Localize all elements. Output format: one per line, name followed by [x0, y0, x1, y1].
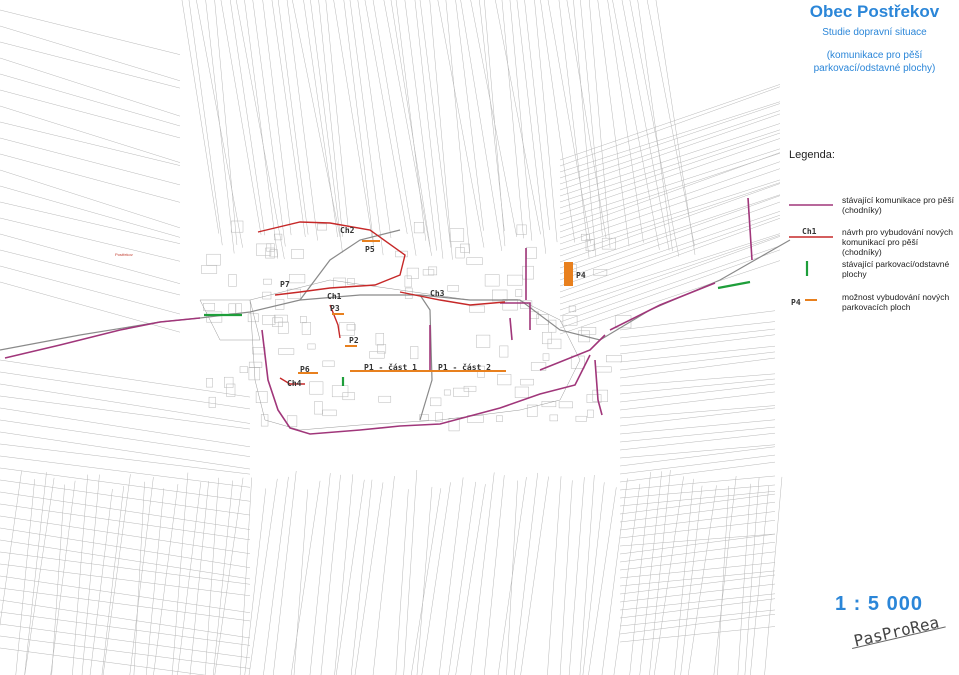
- existing-walkway-east-south: [594, 359, 603, 416]
- proposed-walkways: [257, 221, 506, 385]
- label-p3: P3: [330, 304, 340, 313]
- parking-p5-bar: [362, 240, 380, 242]
- label-p5: P5: [365, 245, 375, 254]
- page-subtitle: Studie dopravní situace: [822, 27, 927, 38]
- parking-green-east: [717, 280, 751, 290]
- page-title: Obec Postřekov: [809, 2, 940, 21]
- label-ch2: Ch2: [340, 226, 355, 235]
- scale-label: 1 : 5 000: [835, 593, 923, 615]
- existing-walkway-northeast: [747, 197, 753, 261]
- label-ch4: Ch4: [287, 379, 302, 388]
- parking-p4-block: [564, 262, 573, 286]
- parking-p2-bar: [345, 345, 357, 347]
- legend-ch1-code: Ch1: [802, 227, 817, 236]
- place-postrekov: Postřekov: [115, 252, 133, 257]
- label-ch3: Ch3: [430, 289, 445, 298]
- legend-label-existing-parking: stávající parkovací/odstavné plochy: [842, 259, 950, 279]
- title-block: Obec Postřekov Studie dopravní situace (…: [790, 0, 959, 75]
- label-p4: P4: [576, 271, 586, 280]
- existing-walkway-mid: [500, 302, 531, 330]
- existing-walkway-east-2: [609, 282, 716, 331]
- legend-label-proposed-parking: možnost vybudování nových parkovacích pl…: [842, 292, 950, 312]
- label-p6: P6: [300, 365, 310, 374]
- legend-p4-code: P4: [791, 298, 801, 307]
- existing-walkway-mid2: [509, 317, 513, 341]
- label-ch1: Ch1: [327, 292, 342, 301]
- parcel-lines: [0, 0, 783, 675]
- legend-heading: Legenda:: [789, 149, 835, 161]
- existing-walkway-west: [4, 317, 201, 359]
- main-roads: [0, 229, 791, 421]
- parking-p3-bar: [332, 313, 344, 315]
- legend-symbols: Ch1 P4: [789, 204, 833, 307]
- page-subtitle-detail: (komunikace pro pěší parkovací/odstavné …: [813, 50, 936, 74]
- cadastral-map: Ch2 P5 P7 Ch1 Ch3 P3 P4 P2 P6 P1 - část …: [0, 0, 833, 675]
- label-p1-part1: P1 - část 1: [364, 362, 417, 372]
- legend-label-proposed-walkway: návrh pro vybudování nových komunikací p…: [842, 227, 954, 257]
- label-p2: P2: [349, 336, 359, 345]
- label-p7: P7: [280, 280, 290, 289]
- legend-label-existing-walkway: stávající komunikace pro pěší (chodníky): [842, 195, 954, 215]
- label-p1-part2: P1 - část 2: [438, 362, 491, 372]
